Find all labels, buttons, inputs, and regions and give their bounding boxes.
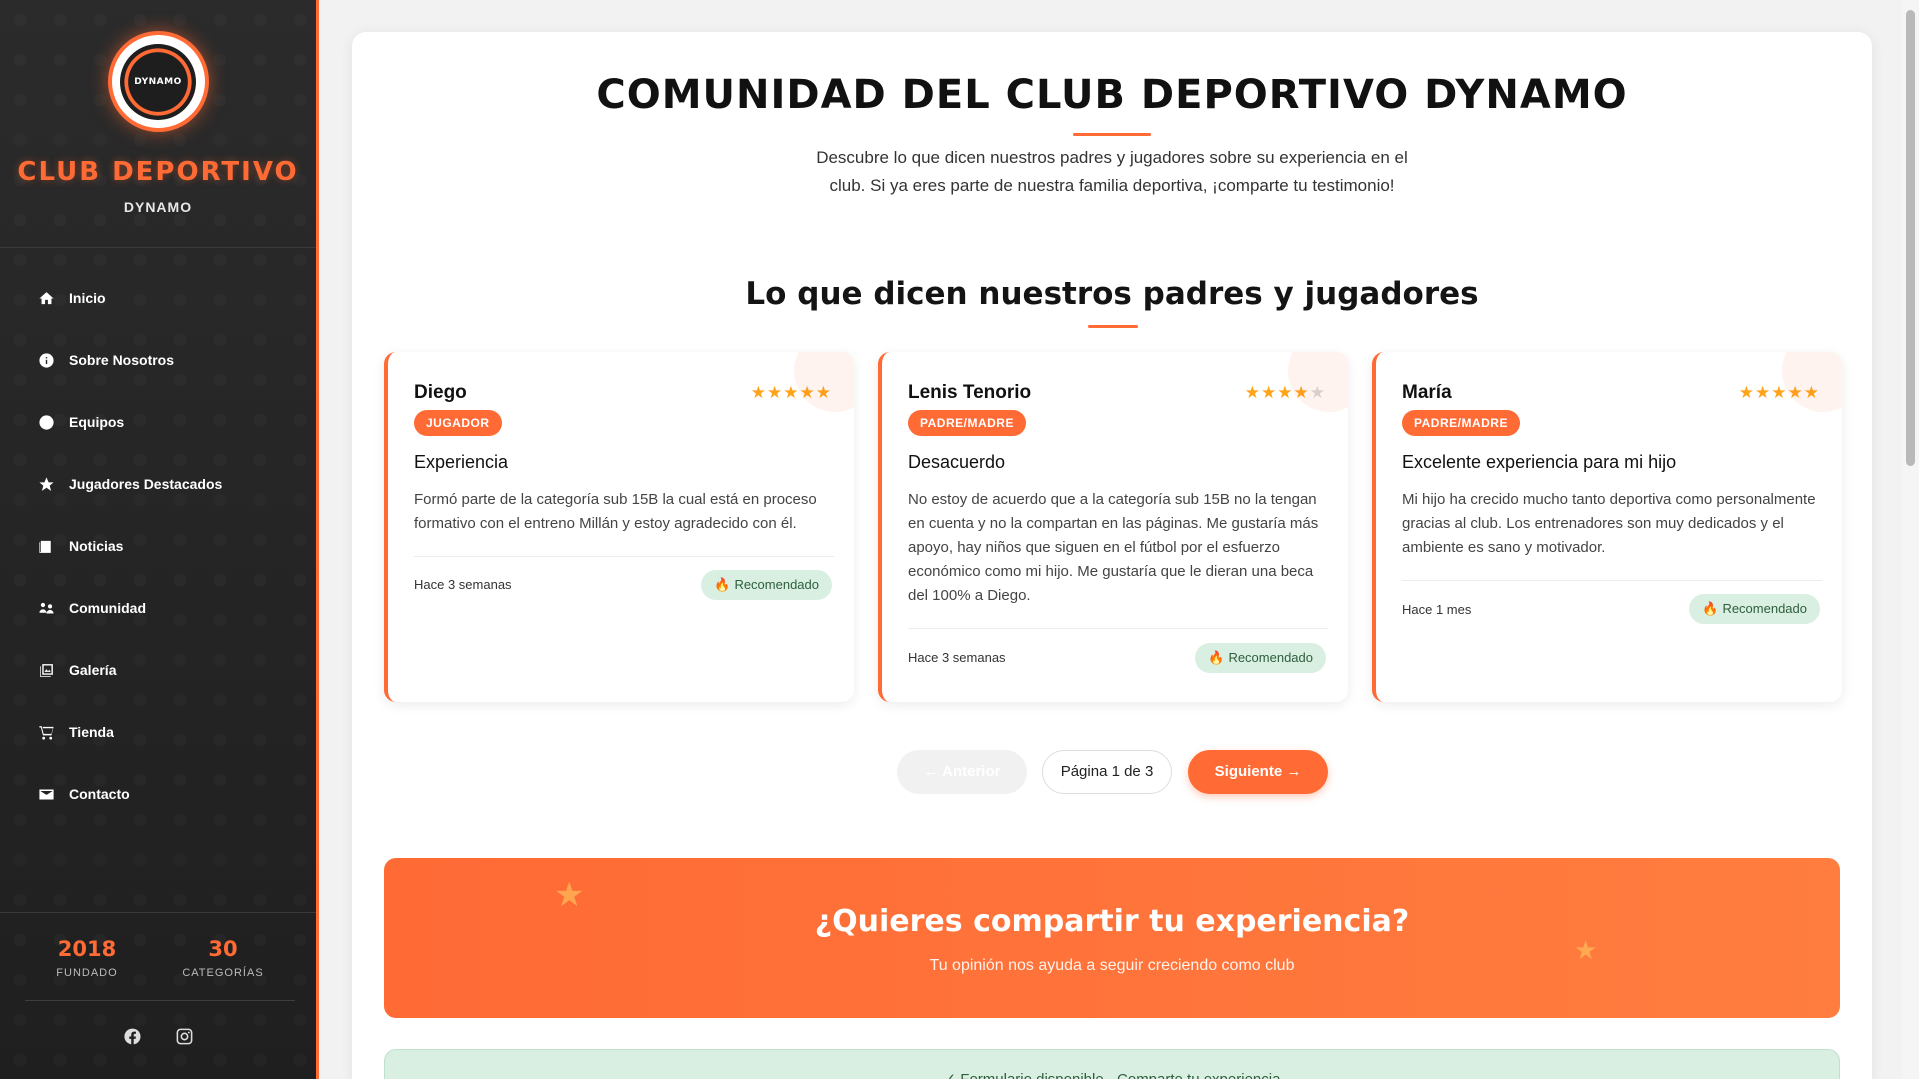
- sidebar-nav: Inicio Sobre Nosotros Equipos Jugadores …: [0, 267, 316, 825]
- testimonial-time: Hace 3 semanas: [414, 577, 512, 592]
- scrollbar-thumb[interactable]: [1906, 10, 1915, 466]
- sidebar-item-galeria[interactable]: Galería: [0, 639, 316, 701]
- sidebar: DYNAMO CLUB DEPORTIVO DYNAMO Inicio Sobr…: [0, 0, 319, 1079]
- home-icon: [36, 288, 56, 308]
- badge-label: Recomendado: [1228, 650, 1313, 665]
- testimonial-headline: Desacuerdo: [908, 452, 1006, 472]
- divider: [25, 1000, 295, 1001]
- sidebar-item-label: Contacto: [69, 786, 130, 802]
- author-name: Lenis Tenorio: [908, 382, 1032, 403]
- instagram-icon[interactable]: [175, 1027, 194, 1046]
- role-badge: JUGADOR: [414, 410, 502, 436]
- cta-title: ¿Quieres compartir tu experiencia?: [814, 904, 1410, 939]
- flame-icon: 🔥: [1208, 650, 1225, 665]
- role-badge: PADRE/MADRE: [1402, 410, 1520, 436]
- rating-stars: ★★★★★: [750, 383, 832, 403]
- testimonial-time: Hace 1 mes: [1402, 602, 1472, 617]
- flame-icon: 🔥: [714, 577, 731, 592]
- main-content: COMUNIDAD DEL CLUB DEPORTIVO DYNAMO Desc…: [352, 32, 1872, 1079]
- community-icon: [36, 598, 56, 618]
- sidebar-item-sobre-nosotros[interactable]: Sobre Nosotros: [0, 329, 316, 391]
- recommended-badge: 🔥 Recomendado: [1689, 594, 1820, 624]
- stat-label: CATEGORÍAS: [182, 967, 264, 979]
- sidebar-item-inicio[interactable]: Inicio: [0, 267, 316, 329]
- sidebar-item-label: Comunidad: [69, 600, 146, 616]
- form-available-notice[interactable]: ✓ Formulario disponible - Comparte tu ex…: [384, 1049, 1840, 1079]
- stat-value: 2018: [57, 937, 117, 961]
- title-underline: [1073, 133, 1151, 136]
- recommended-badge: 🔥 Recomendado: [701, 570, 832, 600]
- rating-stars: ★★★★★: [1244, 383, 1326, 403]
- sidebar-item-label: Jugadores Destacados: [69, 476, 223, 492]
- testimonial-text: Formó parte de la categoría sub 15B la c…: [414, 491, 817, 532]
- sidebar-item-label: Tienda: [69, 724, 114, 740]
- brand-title: CLUB DEPORTIVO: [17, 157, 299, 187]
- next-page-button[interactable]: Siguiente →: [1188, 750, 1328, 794]
- sidebar-item-label: Noticias: [69, 538, 124, 554]
- club-logo[interactable]: DYNAMO: [107, 31, 209, 132]
- sidebar-item-label: Inicio: [69, 290, 106, 306]
- scrollbar[interactable]: [1902, 0, 1919, 1079]
- flame-icon: 🔥: [1702, 601, 1719, 616]
- prev-page-button[interactable]: ← Anterior: [897, 750, 1027, 794]
- badge-label: Recomendado: [734, 577, 819, 592]
- sidebar-item-label: Sobre Nosotros: [69, 352, 175, 368]
- role-badge: PADRE/MADRE: [908, 410, 1026, 436]
- sidebar-item-contacto[interactable]: Contacto: [0, 763, 316, 825]
- brand: DYNAMO CLUB DEPORTIVO DYNAMO: [0, 0, 316, 248]
- newspaper-icon: [36, 536, 56, 556]
- divider: [1402, 580, 1822, 581]
- gallery-icon: [36, 660, 56, 680]
- testimonial-time: Hace 3 semanas: [908, 650, 1006, 665]
- page-intro: Descubre lo que dicen nuestros padres y …: [816, 148, 1408, 195]
- testimonial-headline: Excelente experiencia para mi hijo: [1402, 452, 1677, 472]
- brand-subtitle: DYNAMO: [123, 199, 193, 215]
- page-title: COMUNIDAD DEL CLUB DEPORTIVO DYNAMO: [596, 72, 1628, 118]
- pagination: ← Anterior Página 1 de 3 Siguiente →: [352, 750, 1872, 795]
- author-name: María: [1402, 382, 1452, 403]
- stat-categories: 30 CATEGORÍAS: [163, 937, 283, 979]
- sidebar-item-noticias[interactable]: Noticias: [0, 515, 316, 577]
- author-name: Diego: [414, 382, 467, 403]
- stat-value: 30: [208, 937, 238, 961]
- sidebar-item-comunidad[interactable]: Comunidad: [0, 577, 316, 639]
- info-icon: [36, 350, 56, 370]
- cart-icon: [36, 722, 56, 742]
- page-indicator: Página 1 de 3: [1042, 750, 1172, 794]
- testimonial-card: Diego ★★★★★ JUGADOR Experiencia Formó pa…: [384, 352, 854, 702]
- club-stats: 2018 FUNDADO 30 CATEGORÍAS: [0, 912, 316, 1079]
- stat-founded: 2018 FUNDADO: [27, 937, 147, 979]
- testimonial-text: No estoy de acuerdo que a la categoría s…: [908, 491, 1319, 604]
- cta-subtitle: Tu opinión nos ayuda a seguir creciendo …: [929, 957, 1295, 974]
- share-experience-banner: ★ ★ ¿Quieres compartir tu experiencia? T…: [384, 858, 1840, 1018]
- testimonial-text: Mi hijo ha crecido mucho tanto deportiva…: [1402, 491, 1816, 556]
- testimonial-headline: Experiencia: [414, 452, 509, 472]
- sidebar-item-equipos[interactable]: Equipos: [0, 391, 316, 453]
- sidebar-item-label: Equipos: [69, 414, 125, 430]
- badge-label: Recomendado: [1722, 601, 1807, 616]
- section-underline: [1088, 325, 1138, 328]
- stat-label: FUNDADO: [56, 967, 118, 979]
- divider: [908, 628, 1328, 629]
- section-title: Lo que dicen nuestros padres y jugadores: [745, 276, 1479, 312]
- recommended-badge: 🔥 Recomendado: [1195, 643, 1326, 673]
- testimonial-card: Lenis Tenorio ★★★★★ PADRE/MADRE Desacuer…: [878, 352, 1348, 702]
- sidebar-item-jugadores-destacados[interactable]: Jugadores Destacados: [0, 453, 316, 515]
- logo-emblem: DYNAMO: [120, 43, 196, 120]
- ball-icon: [36, 412, 56, 432]
- testimonial-card: María ★★★★★ PADRE/MADRE Excelente experi…: [1372, 352, 1842, 702]
- social-links: [0, 1027, 316, 1046]
- sidebar-item-label: Galería: [69, 662, 117, 678]
- star-icon: [36, 474, 56, 494]
- sidebar-item-tienda[interactable]: Tienda: [0, 701, 316, 763]
- mail-icon: [36, 784, 56, 804]
- facebook-icon[interactable]: [123, 1027, 142, 1046]
- rating-stars: ★★★★★: [1738, 383, 1820, 403]
- divider: [414, 556, 834, 557]
